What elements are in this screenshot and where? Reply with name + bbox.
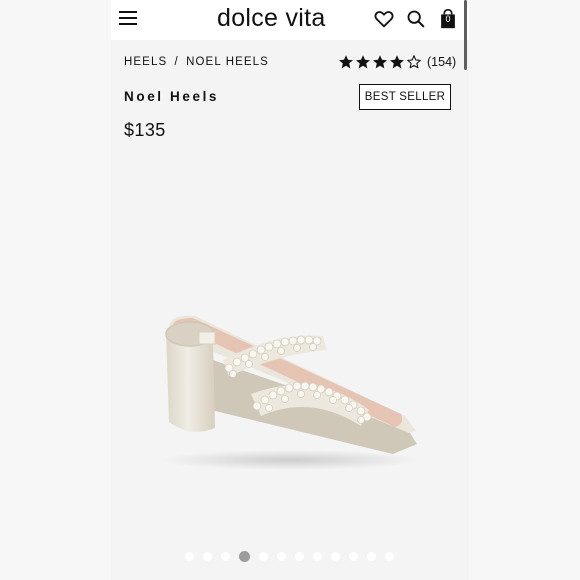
cart-count-badge: 0: [445, 14, 451, 24]
product-title: Noel Heels: [124, 89, 220, 104]
search-icon[interactable]: [405, 8, 427, 30]
carousel-dot[interactable]: [331, 552, 340, 561]
carousel-dot[interactable]: [367, 552, 376, 561]
star-filled-icon: [339, 55, 353, 69]
scrollbar[interactable]: [464, 0, 467, 70]
top-navigation-bar: dolce vita 0: [111, 0, 469, 40]
breadcrumb-link-noel-heels[interactable]: NOEL HEELS: [186, 56, 269, 68]
star-filled-icon: [356, 55, 370, 69]
heart-icon[interactable]: [373, 8, 395, 30]
breadcrumb: HEELS / NOEL HEELS: [124, 56, 269, 68]
carousel-dot[interactable]: [295, 552, 304, 561]
star-empty-icon: [407, 55, 421, 69]
carousel-dot[interactable]: [259, 552, 268, 561]
star-filled-icon: [390, 55, 404, 69]
carousel-dot[interactable]: [385, 552, 394, 561]
carousel-dot[interactable]: [185, 552, 194, 561]
carousel-dot[interactable]: [313, 552, 322, 561]
product-rating[interactable]: (154): [338, 54, 456, 70]
breadcrumb-link-heels[interactable]: HEELS: [124, 56, 167, 68]
product-page: dolce vita 0 HEELS / NOEL HEELS (154) No…: [111, 0, 469, 580]
star-rating: [338, 54, 422, 70]
carousel-dot[interactable]: [349, 552, 358, 561]
carousel-dot[interactable]: [221, 552, 230, 561]
carousel-dot-active[interactable]: [239, 551, 250, 562]
breadcrumb-separator: /: [174, 56, 179, 68]
carousel-dot[interactable]: [203, 552, 212, 561]
review-count[interactable]: (154): [427, 55, 456, 69]
product-image[interactable]: [111, 148, 469, 546]
image-carousel-indicators: [185, 551, 394, 562]
menu-icon[interactable]: [119, 10, 137, 26]
bag-icon[interactable]: 0: [437, 8, 459, 30]
product-price: $135: [124, 120, 166, 140]
best-seller-badge: BEST SELLER: [359, 84, 451, 110]
carousel-dot[interactable]: [277, 552, 286, 561]
sandal-illustration: [161, 315, 421, 470]
brand-logo[interactable]: dolce vita: [217, 4, 326, 33]
star-filled-icon: [373, 55, 387, 69]
